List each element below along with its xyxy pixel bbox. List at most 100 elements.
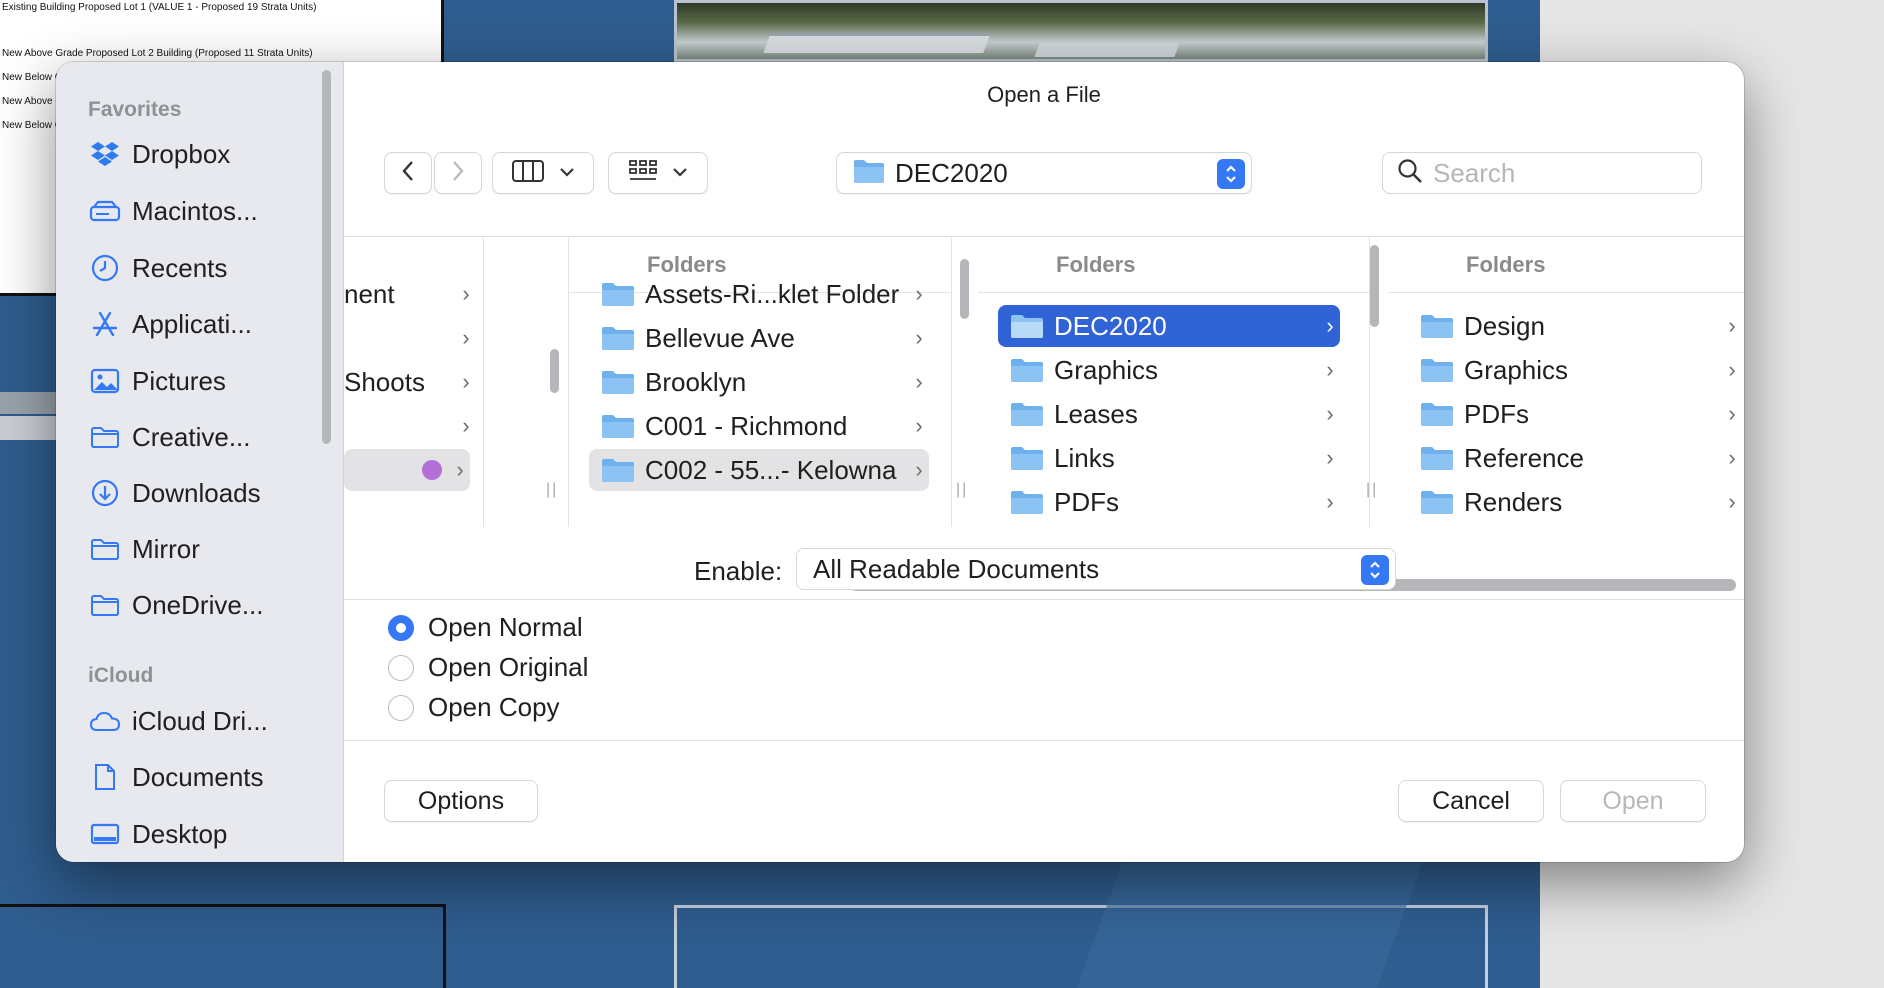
forward-button[interactable] bbox=[434, 152, 482, 194]
item-name: Design bbox=[1464, 310, 1545, 341]
location-popup[interactable]: DEC2020 bbox=[836, 152, 1252, 194]
chevron-right-icon: › bbox=[1326, 401, 1334, 426]
folder-item[interactable]: Leases › bbox=[998, 393, 1340, 435]
search-field[interactable] bbox=[1382, 152, 1702, 194]
background-aerial-photo bbox=[674, 0, 1488, 62]
item-name: Graphics bbox=[1464, 354, 1569, 385]
sidebar-item-dropbox[interactable]: Dropbox bbox=[88, 134, 308, 174]
list-item[interactable]: nent › bbox=[344, 273, 476, 315]
folder-item[interactable]: Bellevue Ave › bbox=[589, 317, 929, 359]
chevron-right-icon: › bbox=[915, 281, 923, 306]
sidebar-item-macintosh[interactable]: Macintos... bbox=[88, 191, 308, 231]
folder-icon bbox=[602, 283, 634, 306]
folder-icon bbox=[1421, 315, 1453, 338]
radio-open-original[interactable]: Open Original bbox=[388, 652, 588, 683]
doc-line: New Above Grade Proposed Lot 2 Building … bbox=[2, 48, 313, 59]
sidebar-item-documents[interactable]: Documents bbox=[88, 757, 308, 797]
folder-icon bbox=[1421, 491, 1453, 514]
folder-item[interactable]: Links › bbox=[998, 437, 1340, 479]
sidebar-item-desktop[interactable]: Desktop bbox=[88, 814, 308, 854]
divider bbox=[344, 740, 1744, 741]
sidebar-item-icloud-drive[interactable]: iCloud Dri... bbox=[88, 701, 308, 741]
options-button[interactable]: Options bbox=[384, 780, 538, 822]
doc-line: New Below G bbox=[2, 72, 63, 83]
folder-item[interactable]: Assets-Ri...klet Folder › bbox=[589, 273, 929, 315]
sidebar-item-label: Macintos... bbox=[132, 195, 258, 226]
back-button[interactable] bbox=[384, 152, 432, 194]
sidebar-item-onedrive[interactable]: OneDrive... bbox=[88, 585, 308, 625]
folder-item[interactable]: C001 - Richmond › bbox=[589, 405, 929, 447]
enable-popup[interactable]: All Readable Documents bbox=[796, 548, 1396, 590]
chevron-right-icon: › bbox=[1728, 489, 1736, 514]
folder-item[interactable]: PDFs › bbox=[1408, 393, 1742, 435]
sidebar-item-mirror[interactable]: Mirror bbox=[88, 529, 308, 569]
folder-item[interactable]: Graphics › bbox=[1408, 349, 1742, 391]
folder-item[interactable]: Reference › bbox=[1408, 437, 1742, 479]
group-button[interactable] bbox=[608, 152, 708, 194]
sidebar-item-pictures[interactable]: Pictures bbox=[88, 361, 308, 401]
sidebar-item-label: Documents bbox=[132, 761, 264, 792]
column-0-scrollbar[interactable] bbox=[550, 349, 559, 393]
sidebar: Favorites Dropbox Macintos... Recents Ap… bbox=[56, 62, 344, 862]
background-stripe bbox=[0, 392, 58, 414]
folder-item[interactable]: Brooklyn › bbox=[589, 361, 929, 403]
folder-item-highlighted[interactable]: C002 - 55...- Kelowna › bbox=[589, 449, 929, 491]
folder-item[interactable]: Graphics › bbox=[998, 349, 1340, 391]
folder-icon bbox=[1421, 447, 1453, 470]
radio-label: Open Copy bbox=[428, 692, 560, 722]
icloud-heading: iCloud bbox=[88, 664, 154, 687]
sidebar-item-recents[interactable]: Recents bbox=[88, 248, 308, 288]
list-item[interactable]: › bbox=[344, 317, 476, 359]
document-icon bbox=[88, 762, 122, 792]
list-item[interactable]: › bbox=[344, 405, 476, 447]
chevron-right-icon: › bbox=[456, 457, 464, 482]
chevron-right-icon: › bbox=[915, 325, 923, 350]
folder-item-selected[interactable]: DEC2020 › bbox=[998, 305, 1340, 347]
item-name: Leases bbox=[1054, 398, 1138, 429]
search-input[interactable] bbox=[1433, 157, 1683, 189]
chevron-right-icon: › bbox=[462, 281, 470, 306]
column-resize-handle[interactable]: || bbox=[546, 481, 558, 499]
search-icon bbox=[1397, 158, 1423, 189]
list-item[interactable]: Shoots › bbox=[344, 361, 476, 403]
folder-item[interactable]: PDFs › bbox=[998, 481, 1340, 523]
radio-button[interactable] bbox=[388, 654, 414, 681]
sidebar-item-creative[interactable]: Creative... bbox=[88, 417, 308, 457]
sidebar-scrollbar[interactable] bbox=[322, 70, 331, 444]
item-name: C002 - 55...- Kelowna bbox=[645, 454, 897, 485]
sidebar-item-label: Recents bbox=[132, 252, 228, 283]
item-name: Shoots bbox=[344, 366, 425, 397]
folder-item[interactable]: Design › bbox=[1408, 305, 1742, 347]
folder-icon bbox=[88, 590, 122, 620]
radio-button[interactable] bbox=[388, 614, 414, 641]
radio-open-copy[interactable]: Open Copy bbox=[388, 692, 560, 723]
chevron-right-icon: › bbox=[915, 457, 923, 482]
column-resize-handle[interactable]: || bbox=[956, 481, 968, 499]
column-2-scrollbar[interactable] bbox=[1370, 245, 1379, 327]
columns-view-icon bbox=[511, 159, 545, 188]
doc-line: New Above G bbox=[2, 96, 64, 107]
enable-label: Enable: bbox=[694, 556, 783, 586]
folder-icon bbox=[602, 371, 634, 394]
sidebar-item-applications[interactable]: Applicati... bbox=[88, 304, 308, 344]
radio-button[interactable] bbox=[388, 694, 414, 721]
item-name: Brooklyn bbox=[645, 366, 747, 397]
view-mode-button[interactable] bbox=[492, 152, 594, 194]
sidebar-item-label: Downloads bbox=[132, 477, 261, 508]
sidebar-item-downloads[interactable]: Downloads bbox=[88, 473, 308, 513]
doc-line: Existing Building Proposed Lot 1 (VALUE … bbox=[2, 2, 317, 13]
folder-icon bbox=[602, 327, 634, 350]
column-resize-handle[interactable]: || bbox=[1366, 481, 1378, 499]
cancel-button[interactable]: Cancel bbox=[1398, 780, 1544, 822]
folder-icon bbox=[1011, 491, 1043, 514]
list-item-highlighted[interactable]: › bbox=[344, 449, 470, 491]
column-1-scrollbar[interactable] bbox=[960, 259, 969, 319]
folder-item[interactable]: Renders › bbox=[1408, 481, 1742, 523]
open-button[interactable]: Open bbox=[1560, 780, 1706, 822]
chevron-down-icon bbox=[559, 164, 575, 182]
grid-icon bbox=[628, 159, 658, 188]
radio-open-normal[interactable]: Open Normal bbox=[388, 612, 583, 643]
downloads-icon bbox=[88, 478, 122, 508]
sidebar-item-label: Desktop bbox=[132, 818, 228, 849]
item-name: Renders bbox=[1464, 486, 1563, 517]
